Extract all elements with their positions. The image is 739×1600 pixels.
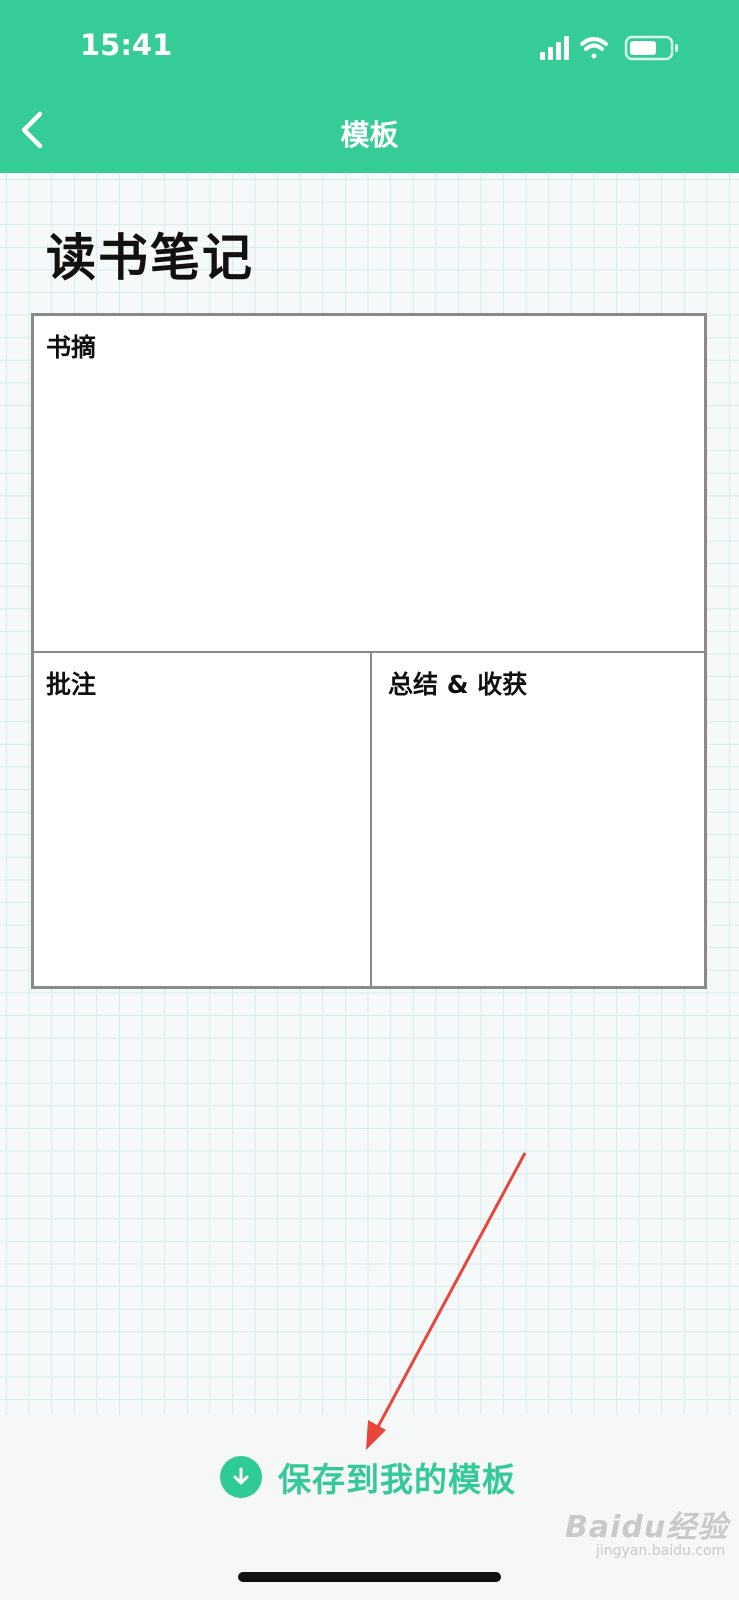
cellular-signal-icon	[540, 36, 569, 60]
status-time: 15:41	[80, 28, 173, 62]
battery-icon	[624, 35, 678, 61]
section-annotations: 批注	[34, 653, 372, 986]
section-label: 书摘	[46, 333, 97, 362]
section-label: 总结 & 收获	[388, 670, 528, 699]
wifi-icon	[580, 37, 608, 59]
save-to-my-templates-button[interactable]: 保存到我的模板	[220, 1452, 516, 1502]
home-indicator	[238, 1572, 501, 1582]
baidu-watermark-url: jingyan.baidu.com	[596, 1543, 726, 1559]
template-preview: 书摘 批注 总结 & 收获	[31, 313, 707, 989]
section-excerpts: 书摘	[34, 316, 704, 653]
app-header: 15:41 模板	[0, 0, 739, 173]
save-button-label: 保存到我的模板	[278, 1460, 516, 1499]
section-label: 批注	[46, 670, 97, 699]
status-icons	[540, 35, 678, 61]
section-summary: 总结 & 收获	[372, 653, 704, 986]
baidu-watermark: Baidu经验	[565, 1510, 729, 1545]
download-icon	[220, 1456, 262, 1498]
page-title: 模板	[340, 118, 399, 152]
template-title: 读书笔记	[46, 229, 254, 287]
